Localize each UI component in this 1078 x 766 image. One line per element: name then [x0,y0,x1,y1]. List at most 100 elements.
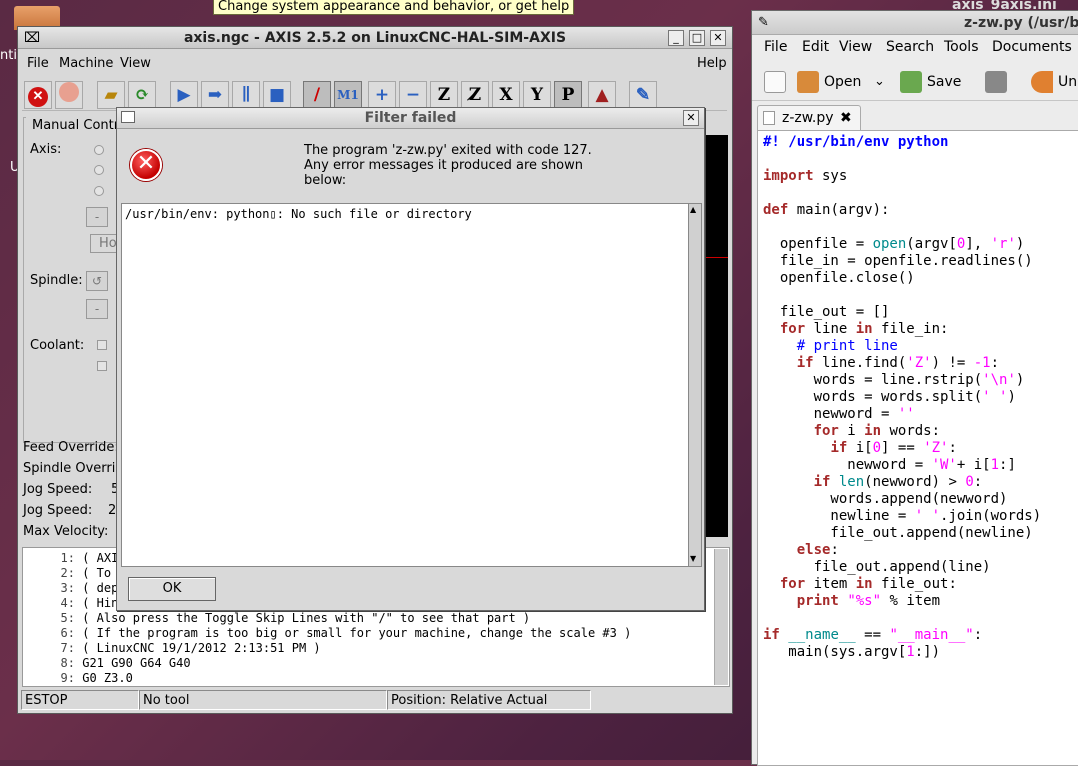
undo-button[interactable]: Un [1031,67,1077,97]
preview-canvas[interactable] [706,135,728,537]
menu-edit[interactable]: Edit [802,39,829,55]
feed-override-label: Feed Override: [23,440,119,455]
minimize-button[interactable]: _ [668,30,684,46]
stop-icon[interactable]: ■ [263,81,291,109]
menu-file[interactable]: File [764,39,787,55]
scroll-up-icon[interactable]: ▲ [690,206,700,214]
new-document-button[interactable] [764,67,791,97]
gcode-line[interactable]: 1: ( AXI [23,551,119,566]
code-line[interactable]: newword = 'W'+ i[1:] [763,457,1016,474]
code-line[interactable]: for item in file_out: [763,576,957,593]
gcode-line[interactable]: 6: ( If the program is too big or small … [23,626,632,641]
clear-plot-icon[interactable]: ✎ [629,81,657,109]
code-line[interactable]: else: [763,542,839,559]
ok-button[interactable]: OK [128,577,216,601]
error-output[interactable]: /usr/bin/env: python▯: No such file or d… [121,203,689,567]
view-z2-icon[interactable]: Z̸ [461,81,489,109]
gcode-line[interactable]: 8: G21 G90 G64 G40 [23,656,191,671]
jog-minus-button[interactable]: - [86,207,108,227]
code-line[interactable]: words.append(newword) [763,491,1007,508]
estop-button[interactable]: ✕ [24,81,52,109]
code-line[interactable]: print "%s" % item [763,593,940,610]
zoom-out-icon[interactable]: − [399,81,427,109]
open-button[interactable]: Open [797,67,861,97]
code-line[interactable]: file_out = [] [763,304,890,321]
code-line[interactable]: file_out.append(line) [763,559,991,576]
view-y-icon[interactable]: Y [523,81,551,109]
save-button[interactable]: Save [900,67,961,97]
step-icon[interactable]: ➡ [201,81,229,109]
gcode-line[interactable]: 3: ( dep [23,581,119,596]
reload-icon[interactable]: ⟳ [128,81,156,109]
menu-help[interactable]: Help [697,56,727,71]
gedit-titlebar[interactable]: ✎ z-zw.py (/usr/b [752,11,1078,35]
gcode-scrollbar[interactable] [714,549,728,685]
code-line[interactable]: def main(argv): [763,202,889,219]
code-token: '' [897,406,915,422]
menu-view[interactable]: View [839,39,872,55]
maximize-button[interactable]: □ [689,30,705,46]
run-icon[interactable]: ▶ [170,81,198,109]
code-editor[interactable]: #! /usr/bin/env python import sys def main… [757,130,1078,766]
desktop-label: nti [0,48,17,63]
code-line[interactable]: if len(newword) > 0: [763,474,983,491]
gcode-line[interactable]: 4: ( Hin [23,596,119,611]
menu-view[interactable]: View [120,56,151,71]
code-line[interactable]: main(sys.argv[1:]) [763,644,940,661]
code-line[interactable]: if i[0] == 'Z': [763,440,956,457]
zoom-in-icon[interactable]: + [368,81,396,109]
code-line[interactable]: #! /usr/bin/env python [763,134,948,151]
menu-file[interactable]: File [27,56,49,71]
code-line[interactable]: file_in = openfile.readlines() [763,253,1033,270]
axis-radio-x[interactable] [94,145,104,155]
axis-titlebar[interactable]: ⌧ axis.ngc - AXIS 2.5.2 on LinuxCNC-HAL-… [18,27,732,49]
flood-checkbox[interactable] [97,361,107,371]
code-line[interactable]: for i in words: [763,423,940,440]
code-line[interactable]: newword = '' [763,406,915,423]
code-line[interactable]: words = words.split(' ') [763,389,1016,406]
menu-search[interactable]: Search [886,39,934,55]
rotate-icon[interactable]: ▲ [588,81,616,109]
code-line[interactable]: file_out.append(newline) [763,525,1032,542]
menu-machine[interactable]: Machine [59,56,113,71]
code-token: % item [881,593,941,609]
menu-tools[interactable]: Tools [944,39,979,55]
machine-power-button[interactable] [55,81,83,109]
close-button[interactable]: ✕ [710,30,726,46]
code-line[interactable]: words = line.rstrip('\n') [763,372,1025,389]
dialog-close-button[interactable]: ✕ [683,110,699,126]
open-file-icon[interactable]: ▰ [97,81,125,109]
pause-icon[interactable]: ∥ [232,81,260,109]
gcode-line[interactable]: 5: ( Also press the Toggle Skip Lines wi… [23,611,531,626]
gcode-line[interactable]: 2: ( To [23,566,112,581]
axis-radio-a[interactable] [94,165,104,175]
code-line[interactable]: # print line [763,338,898,355]
code-line[interactable]: openfile = open(argv[0], 'r') [763,236,1025,253]
code-line[interactable]: if __name__ == "__main__": [763,627,982,644]
dialog-titlebar[interactable]: Filter failed ✕ [117,108,704,129]
gcode-line[interactable]: 9: G0 Z3.0 [23,671,133,686]
code-line[interactable]: if line.find('Z') != -1: [763,355,999,372]
view-z-icon[interactable]: Z [430,81,458,109]
spindle-minus-button[interactable]: - [86,299,108,319]
view-p-icon[interactable]: P [554,81,582,109]
optional-stop-icon[interactable]: M1 [334,81,362,109]
code-line[interactable]: newline = ' '.join(words) [763,508,1041,525]
scroll-down-icon[interactable]: ▼ [690,555,700,563]
skip-lines-icon[interactable]: / [303,81,331,109]
mist-checkbox[interactable] [97,340,107,350]
code-line[interactable]: openfile.close() [763,270,915,287]
tab-close-icon[interactable]: ✖ [840,106,852,130]
axis-radio-u[interactable] [94,186,104,196]
gcode-line[interactable]: 7: ( LinuxCNC 19/1/2012 2:13:51 PM ) [23,641,321,656]
dialog-scrollbar[interactable]: ▲ ▼ [688,203,702,567]
print-button[interactable] [985,67,1012,97]
code-line[interactable]: for line in file_in: [763,321,949,338]
open-dropdown-chevron-icon[interactable]: ⌄ [874,67,885,97]
tab-z-zw-py[interactable]: z-zw.py ✖ [757,105,861,131]
spindle-ccw-icon[interactable]: ↺ [86,271,108,291]
menu-documents[interactable]: Documents [992,39,1072,55]
code-line[interactable]: import sys [763,168,847,185]
view-x-icon[interactable]: X [492,81,520,109]
